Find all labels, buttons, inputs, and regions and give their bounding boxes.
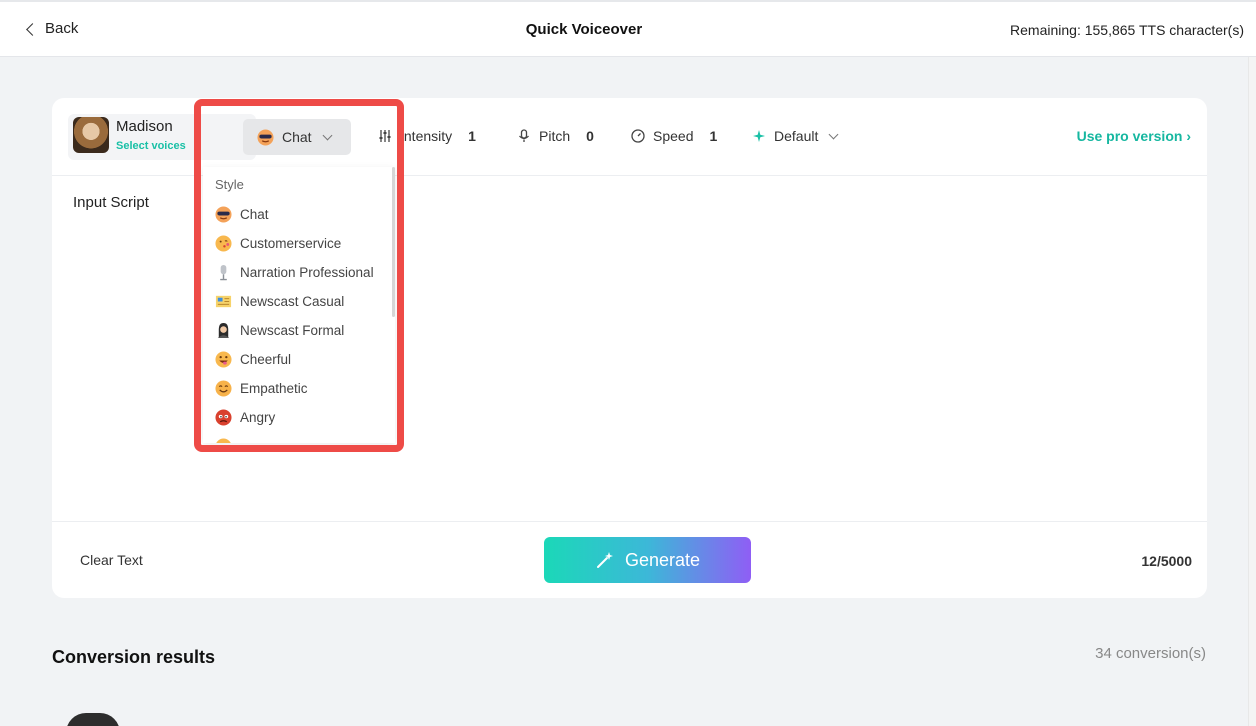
angry-face-icon xyxy=(215,409,232,426)
style-dropdown-button[interactable]: Chat xyxy=(243,119,351,155)
microphone-icon xyxy=(519,129,529,142)
voice-selector[interactable]: Madison Select voices xyxy=(68,114,256,160)
clear-text-button[interactable]: Clear Text xyxy=(80,552,143,568)
voice-toolbar: Madison Select voices Chat Intensity 1 P… xyxy=(52,98,1207,176)
style-option-label: Empathetic xyxy=(240,381,308,396)
style-option-label: Cheerful xyxy=(240,352,292,367)
face-icon xyxy=(216,438,231,443)
sparkle-icon xyxy=(753,130,765,142)
chevron-right-icon: › xyxy=(1186,128,1191,144)
mode-label: Default xyxy=(774,128,819,144)
voice-avatar xyxy=(73,117,109,153)
character-counter: 12/5000 xyxy=(1141,553,1192,569)
remaining-characters: Remaining: 155,865 TTS character(s) xyxy=(1010,22,1244,38)
style-list: Chat Customerservice Narration Professio… xyxy=(215,200,391,443)
style-option-chat[interactable]: Chat xyxy=(215,200,391,229)
woman-icon xyxy=(217,322,230,339)
style-option-label: Angry xyxy=(240,410,276,425)
style-option-cheerful[interactable]: Cheerful xyxy=(215,345,391,374)
speedometer-icon xyxy=(631,129,645,143)
chevron-down-icon xyxy=(322,130,333,140)
dropdown-scrollbar[interactable] xyxy=(392,167,395,317)
top-bar: Back Quick Voiceover Remaining: 155,865 … xyxy=(0,0,1256,57)
style-option-newscast-casual[interactable]: Newscast Casual xyxy=(215,287,391,316)
style-heading: Style xyxy=(215,177,244,192)
editor-footer: Clear Text Generate 12/5000 xyxy=(52,521,1207,598)
sliders-icon xyxy=(379,130,391,142)
page-title: Quick Voiceover xyxy=(525,21,643,38)
microphone-icon xyxy=(220,264,227,281)
pitch-label: Pitch xyxy=(539,128,571,144)
style-dropdown-menu: Style Chat Customerservice Narration Pro… xyxy=(203,167,395,443)
style-option-empathetic[interactable]: Empathetic xyxy=(215,374,391,403)
sunglasses-face-icon xyxy=(215,206,232,223)
intensity-control[interactable]: Intensity 1 xyxy=(378,128,476,144)
newspaper-icon xyxy=(215,295,232,308)
speed-control[interactable]: Speed 1 xyxy=(631,128,717,144)
style-option-label: Newscast Casual xyxy=(240,294,345,309)
input-script-label: Input Script xyxy=(73,194,149,211)
style-option-narration-professional[interactable]: Narration Professional xyxy=(215,258,391,287)
conversion-results-title: Conversion results xyxy=(52,647,216,667)
speed-label: Speed xyxy=(653,128,694,144)
mode-dropdown[interactable]: Default xyxy=(752,128,839,144)
sunglasses-face-icon xyxy=(257,128,274,146)
smiling-face-icon xyxy=(215,380,232,397)
style-option-customerservice[interactable]: Customerservice xyxy=(215,229,391,258)
conversion-count: 34 conversion(s) xyxy=(1095,645,1206,662)
result-avatar xyxy=(66,713,120,726)
select-voices-link[interactable]: Select voices xyxy=(116,140,186,152)
magic-wand-icon xyxy=(596,552,613,568)
tongue-face-icon xyxy=(215,351,232,368)
kissing-face-icon xyxy=(215,235,232,252)
pitch-value: 0 xyxy=(586,128,594,144)
chevron-down-icon xyxy=(828,129,839,139)
use-pro-version-link[interactable]: Use pro version › xyxy=(1077,128,1191,144)
speed-value: 1 xyxy=(709,128,718,144)
intensity-label: Intensity xyxy=(400,128,453,144)
page-scrollbar[interactable] xyxy=(1248,57,1256,726)
style-option-label: Newscast Formal xyxy=(240,323,345,338)
style-option-label: Customerservice xyxy=(240,236,342,251)
style-option-partial[interactable] xyxy=(215,432,391,443)
intensity-value: 1 xyxy=(468,128,476,144)
pitch-control[interactable]: Pitch 0 xyxy=(517,128,594,144)
voice-name: Madison xyxy=(116,118,173,135)
style-option-label: Chat xyxy=(240,207,269,222)
style-option-angry[interactable]: Angry xyxy=(215,403,391,432)
style-option-newscast-formal[interactable]: Newscast Formal xyxy=(215,316,391,345)
style-option-label: Narration Professional xyxy=(240,265,374,280)
style-selected-label: Chat xyxy=(282,129,312,145)
generate-button[interactable]: Generate xyxy=(544,537,751,583)
pro-label: Use pro version xyxy=(1076,128,1183,144)
generate-label: Generate xyxy=(624,549,701,570)
